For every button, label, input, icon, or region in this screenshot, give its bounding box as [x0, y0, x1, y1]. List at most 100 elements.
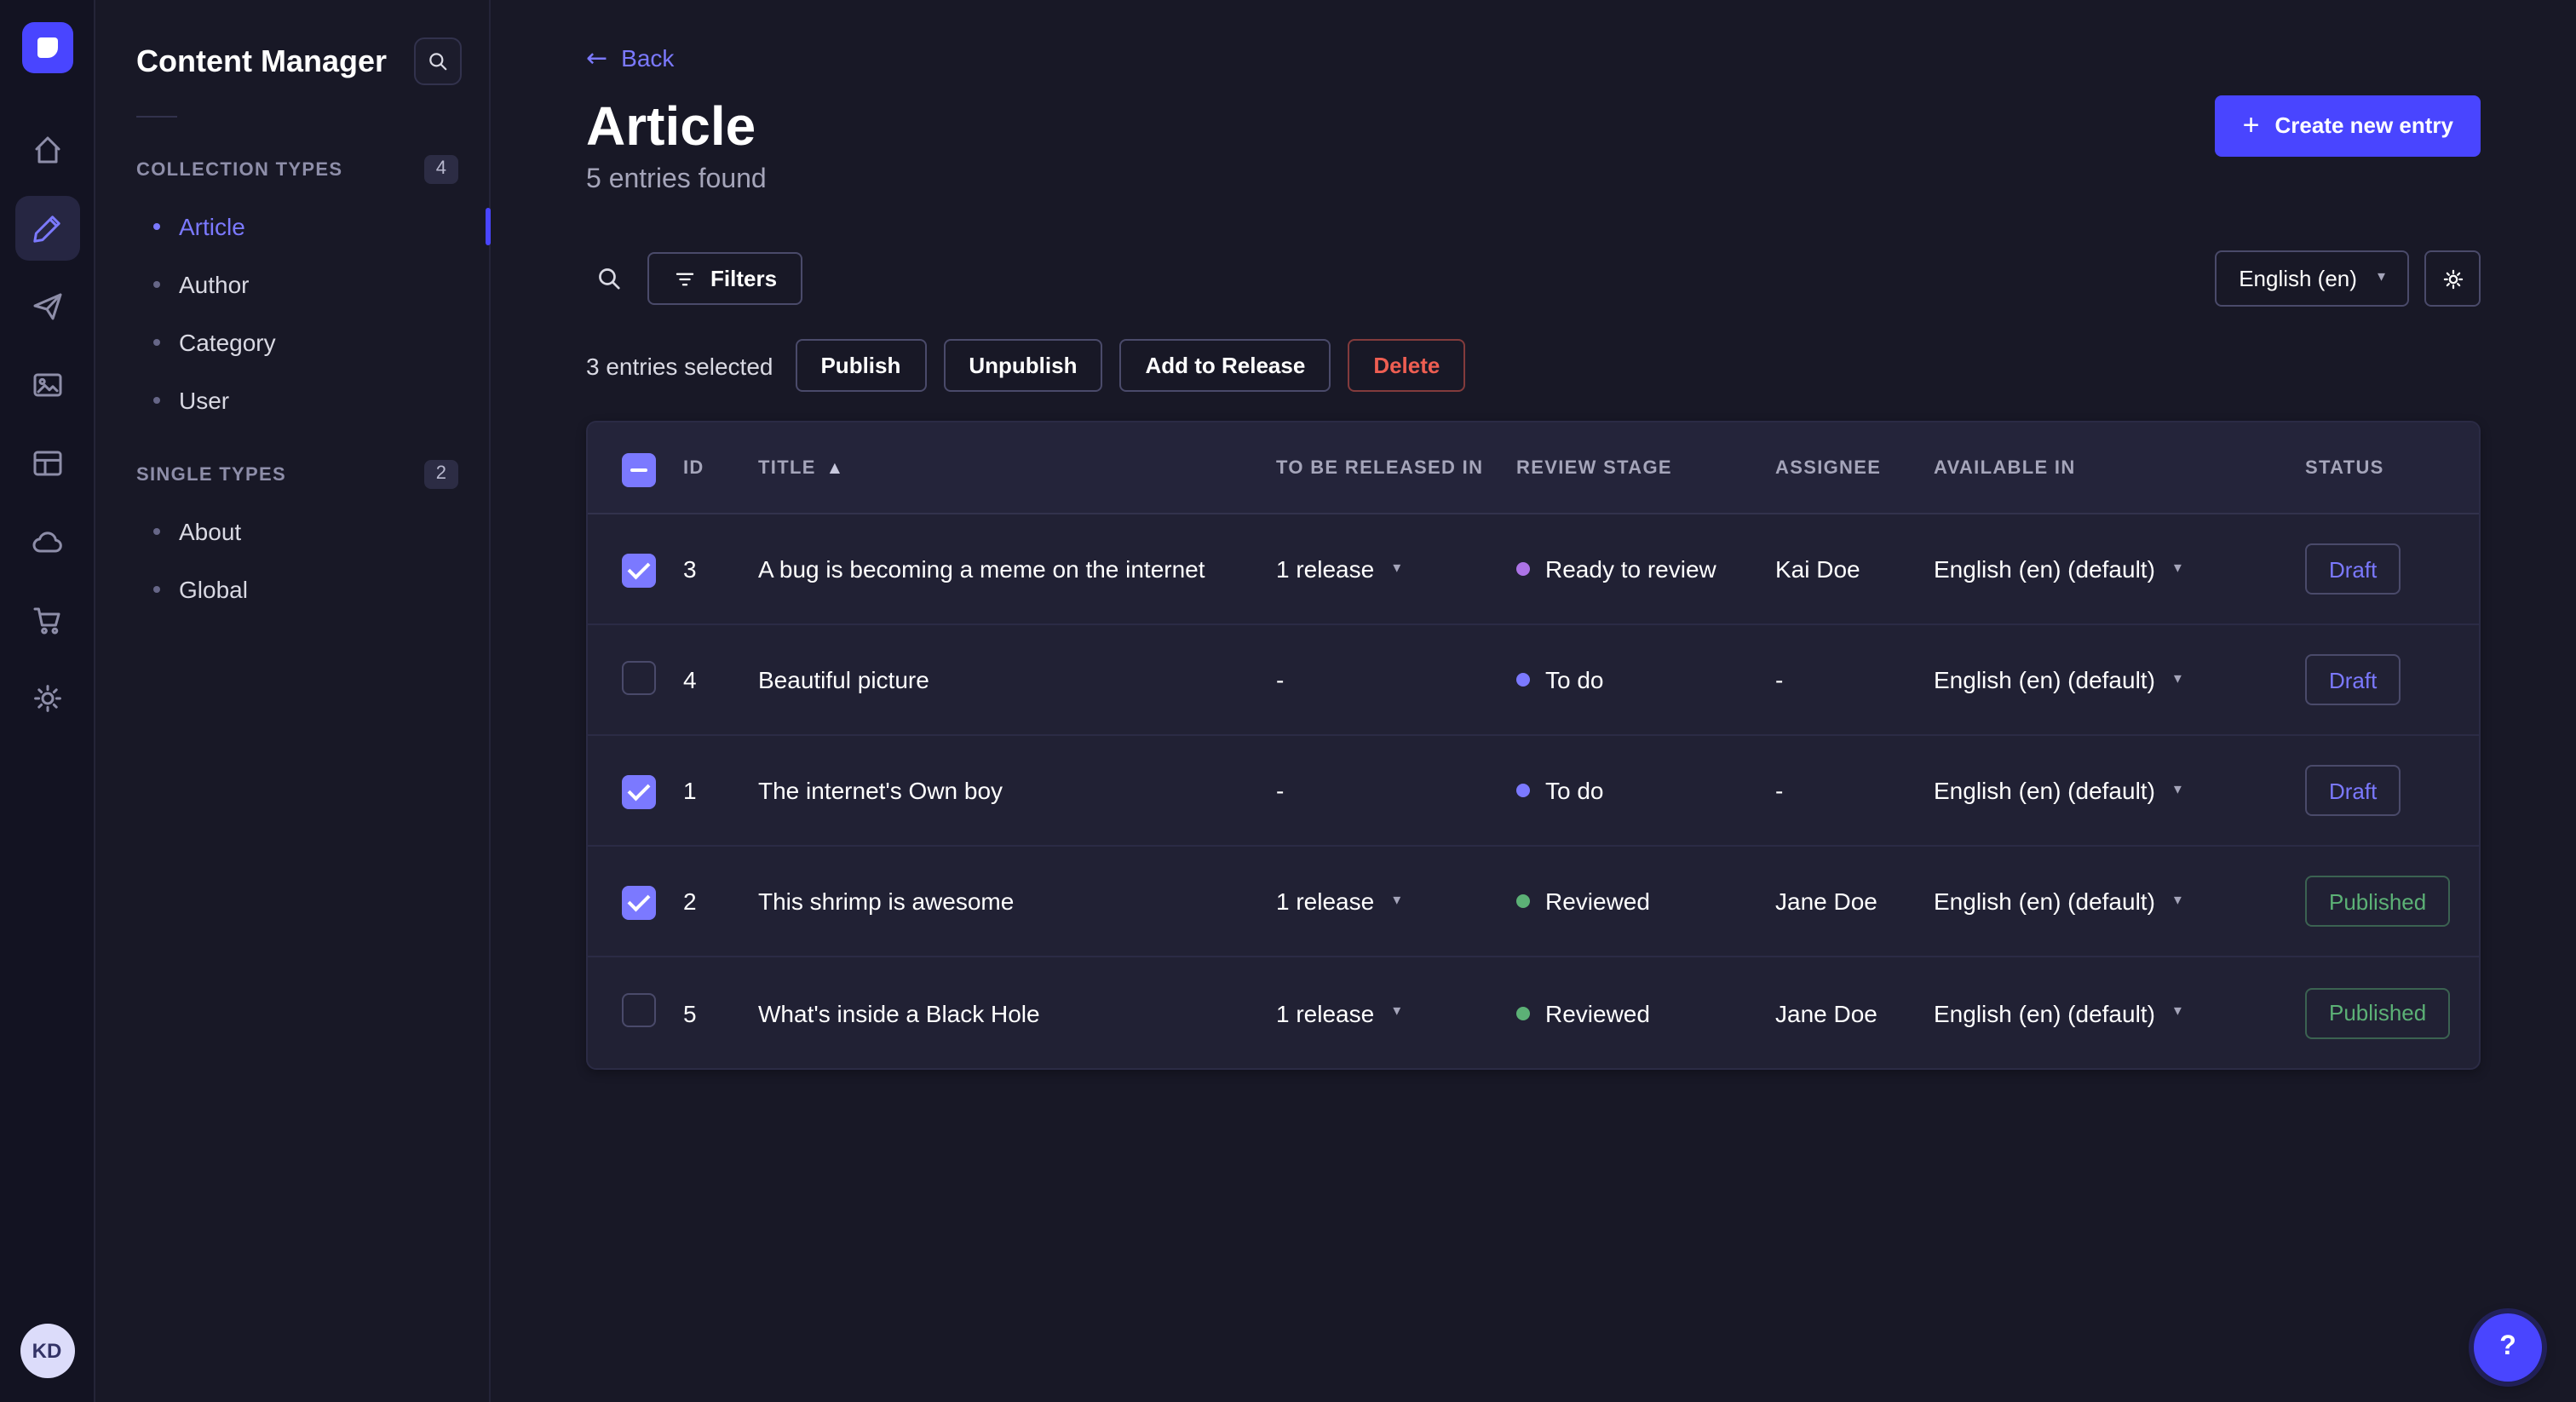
sidebar-item-article[interactable]: Article — [136, 198, 462, 256]
cloud-icon[interactable] — [14, 509, 79, 574]
publish-button[interactable]: Publish — [795, 339, 927, 393]
user-avatar[interactable]: KD — [20, 1324, 74, 1378]
cell-release[interactable]: 1 release ▾ — [1276, 1000, 1516, 1027]
cell-available-in[interactable]: English (en) (default) ▾ — [1934, 778, 2305, 805]
collection-types-section: COLLECTION TYPES 4 Article Author Catego… — [136, 141, 462, 429]
cell-release[interactable]: 1 release ▾ — [1276, 556, 1516, 583]
chevron-down-icon: ▾ — [2173, 1003, 2182, 1021]
main-content: ← Back Article + Create new entry 5 entr… — [491, 0, 2576, 1402]
chevron-down-icon: ▾ — [2377, 269, 2385, 287]
table-row: 3 A bug is becoming a meme on the intern… — [588, 515, 2479, 626]
column-header-assignee: ASSIGNEE — [1775, 457, 1882, 479]
selection-count: 3 entries selected — [586, 352, 773, 380]
table-row: 4 Beautiful picture - To do - English (e… — [588, 626, 2479, 737]
cell-title[interactable]: Beautiful picture — [758, 667, 1276, 694]
search-icon[interactable] — [414, 37, 462, 85]
cell-release[interactable]: - — [1276, 667, 1516, 694]
cell-review-stage: To do — [1516, 667, 1775, 694]
search-icon[interactable] — [586, 257, 630, 302]
strapi-logo[interactable] — [21, 22, 72, 73]
table-header-row: ID TITLE ▲ TO BE RELEASED IN REVIEW STAG… — [588, 422, 2479, 515]
chevron-down-icon: ▾ — [1393, 1003, 1401, 1021]
sidebar-title: Content Manager — [136, 43, 388, 78]
row-checkbox[interactable] — [622, 993, 656, 1028]
divider — [136, 116, 177, 118]
cell-title[interactable]: What's inside a Black Hole — [758, 1000, 1276, 1027]
table-row: 1 The internet's Own boy - To do - Engli… — [588, 737, 2479, 848]
delete-button[interactable]: Delete — [1348, 339, 1466, 393]
back-label: Back — [621, 44, 675, 72]
cell-release[interactable]: - — [1276, 778, 1516, 805]
item-bullet — [153, 339, 160, 346]
column-header-available-in: AVAILABLE IN — [1934, 457, 2076, 479]
column-header-review-stage: REVIEW STAGE — [1516, 457, 1672, 479]
cell-title[interactable]: A bug is becoming a meme on the internet — [758, 556, 1276, 583]
paper-plane-icon[interactable] — [14, 274, 79, 339]
cell-review-stage: Reviewed — [1516, 888, 1775, 916]
sidebar-item-global[interactable]: Global — [136, 560, 462, 618]
gear-icon — [2442, 269, 2463, 289]
sidebar-item-about[interactable]: About — [136, 503, 462, 560]
entries-table: ID TITLE ▲ TO BE RELEASED IN REVIEW STAG… — [586, 421, 2481, 1071]
row-checkbox[interactable] — [622, 553, 656, 588]
cell-assignee: Jane Doe — [1775, 999, 1877, 1027]
back-link[interactable]: ← Back — [586, 44, 674, 72]
filters-button[interactable]: Filters — [647, 252, 803, 306]
cell-review-stage: To do — [1516, 778, 1775, 805]
sidebar-item-category[interactable]: Category — [136, 313, 462, 371]
section-label: COLLECTION TYPES — [136, 159, 343, 180]
cell-title[interactable]: The internet's Own boy — [758, 778, 1276, 805]
status-badge: Draft — [2305, 543, 2401, 595]
cell-review-stage: Ready to review — [1516, 556, 1775, 583]
cell-release[interactable]: 1 release ▾ — [1276, 888, 1516, 916]
cell-assignee: Kai Doe — [1775, 555, 1860, 583]
marketplace-cart-icon[interactable] — [14, 588, 79, 652]
locale-select[interactable]: English (en) ▾ — [2215, 250, 2409, 307]
page-title: Article — [586, 95, 756, 156]
content-manager-sidebar: Content Manager COLLECTION TYPES 4 Artic… — [95, 0, 491, 1402]
chevron-down-icon: ▾ — [1393, 892, 1401, 910]
column-header-status: STATUS — [2305, 457, 2384, 479]
row-checkbox[interactable] — [622, 660, 656, 695]
column-header-title[interactable]: TITLE ▲ — [758, 458, 1276, 479]
table-row: 2 This shrimp is awesome 1 release ▾ Rev… — [588, 848, 2479, 958]
cell-available-in[interactable]: English (en) (default) ▾ — [1934, 667, 2305, 694]
sidebar-item-author[interactable]: Author — [136, 256, 462, 313]
single-types-section: SINGLE TYPES 2 About Global — [136, 446, 462, 618]
item-bullet — [153, 397, 160, 404]
help-button[interactable]: ? — [2474, 1313, 2542, 1382]
settings-gear-icon[interactable] — [14, 666, 79, 731]
home-icon[interactable] — [14, 118, 79, 182]
bulk-actions-bar: 3 entries selected Publish Unpublish Add… — [586, 339, 2481, 393]
chevron-down-icon: ▾ — [2173, 892, 2182, 910]
cell-available-in[interactable]: English (en) (default) ▾ — [1934, 1000, 2305, 1027]
content-type-builder-icon[interactable] — [14, 431, 79, 496]
chevron-down-icon: ▾ — [2173, 670, 2182, 688]
table-body: 3 A bug is becoming a meme on the intern… — [588, 515, 2479, 1069]
content-manager-icon[interactable] — [14, 196, 79, 261]
status-badge: Published — [2305, 987, 2451, 1039]
content-manager-app: KD Content Manager COLLECTION TYPES 4 Ar… — [0, 0, 2576, 1402]
create-new-entry-button[interactable]: + Create new entry — [2215, 95, 2481, 157]
select-all-checkbox[interactable] — [622, 452, 656, 487]
cell-id: 4 — [683, 666, 697, 694]
rail-nav — [14, 118, 79, 731]
cell-available-in[interactable]: English (en) (default) ▾ — [1934, 888, 2305, 916]
sort-ascending-icon: ▲ — [829, 459, 842, 475]
unpublish-button[interactable]: Unpublish — [943, 339, 1103, 393]
media-library-icon[interactable] — [14, 353, 79, 417]
status-badge: Published — [2305, 876, 2451, 928]
add-to-release-button[interactable]: Add to Release — [1119, 339, 1331, 393]
sidebar-item-user[interactable]: User — [136, 371, 462, 429]
view-settings-button[interactable] — [2424, 250, 2481, 307]
chevron-down-icon: ▾ — [2173, 560, 2182, 577]
back-arrow-icon: ← — [586, 42, 608, 72]
item-bullet — [153, 281, 160, 288]
item-bullet — [153, 528, 160, 535]
cell-title[interactable]: This shrimp is awesome — [758, 888, 1276, 916]
cell-id: 5 — [683, 999, 697, 1027]
row-checkbox[interactable] — [622, 774, 656, 809]
row-checkbox[interactable] — [622, 885, 656, 920]
cell-available-in[interactable]: English (en) (default) ▾ — [1934, 556, 2305, 583]
status-badge: Draft — [2305, 654, 2401, 706]
